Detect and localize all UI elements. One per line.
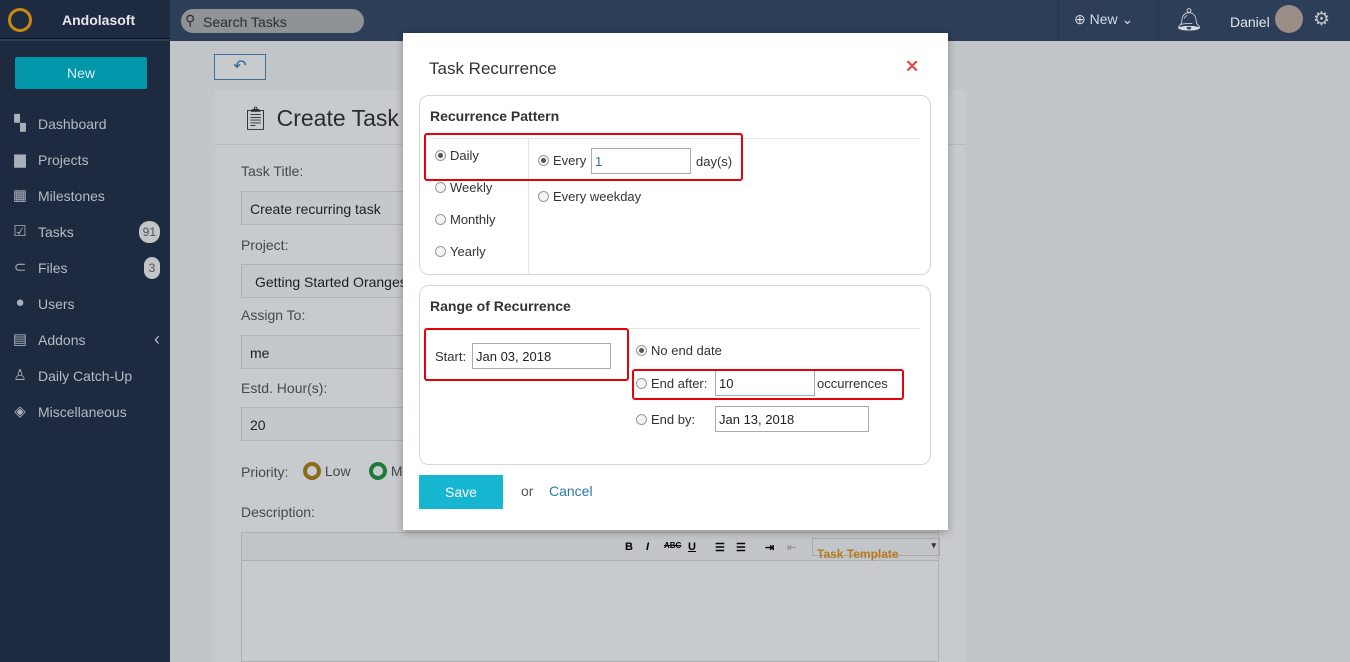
unordered-list-icon[interactable]: ☰ <box>736 541 746 554</box>
range-heading: Range of Recurrence <box>430 298 571 314</box>
bold-icon[interactable]: B <box>625 541 633 553</box>
sidebar-item-label: Users <box>38 296 75 312</box>
count-badge: 91 <box>138 221 160 243</box>
pattern-monthly-radio[interactable]: Monthly <box>435 212 496 227</box>
caret-down-icon: ▾ <box>931 540 936 550</box>
task-recurrence-modal: Task Recurrence ✕ Recurrence Pattern Dai… <box>403 33 948 530</box>
modal-title: Task Recurrence <box>429 59 557 78</box>
sidebar-item-label: Addons <box>38 332 86 348</box>
no-end-date-radio[interactable]: No end date <box>636 343 722 358</box>
sidebar-item-addons[interactable]: ▤ Addons ‹ <box>0 325 170 355</box>
grid-icon: ▦ <box>12 187 28 204</box>
clipboard-check-icon: ☑ <box>13 223 27 240</box>
back-button[interactable]: ↶ <box>214 54 266 80</box>
sidebar-item-label: Milestones <box>38 188 105 204</box>
sidebar-item-users[interactable]: ● Users <box>0 289 170 319</box>
user-name[interactable]: Daniel <box>1230 14 1270 30</box>
gear-icon[interactable]: ⚙ <box>1313 8 1330 31</box>
sidebar: New ▚ Dashboard ▆ Projects ▦ Milestones ☑ Tasks… <box>0 41 170 662</box>
sidebar-item-label: Tasks <box>38 224 74 240</box>
sidebar-item-miscellaneous[interactable]: ◈ Miscellaneous <box>0 397 170 427</box>
hours-label: Estd. Hour(s): <box>241 380 328 396</box>
highlight-box <box>424 328 629 381</box>
chevron-down-icon: ⌄ <box>1121 11 1134 27</box>
avatar[interactable] <box>1275 5 1303 33</box>
sidebar-item-daily-catch-up[interactable]: ♙ Daily Catch-Up <box>0 361 170 391</box>
description-editor[interactable]: B I ABC U ☰ ☰ ⇥ ⇤ Task Template ▾ <box>241 532 940 662</box>
sidebar-item-dashboard[interactable]: ▚ Dashboard <box>0 109 170 139</box>
pattern-heading: Recurrence Pattern <box>430 108 560 124</box>
sidebar-item-tasks[interactable]: ☑ Tasks 91 <box>0 217 170 247</box>
save-button[interactable]: Save <box>419 475 503 509</box>
ordered-list-icon[interactable]: ☰ <box>715 541 725 554</box>
end-by-date-input[interactable]: Jan 13, 2018 <box>715 406 869 432</box>
user-icon: ● <box>15 294 25 311</box>
pattern-yearly-radio[interactable]: Yearly <box>435 244 486 259</box>
addons-icon: ▤ <box>12 331 28 348</box>
pattern-label: Weekly <box>450 180 493 195</box>
search-input[interactable]: ⚲ Search Tasks <box>181 9 364 33</box>
task-template-select[interactable]: Task Template ▾ <box>812 538 940 561</box>
logo-icon <box>8 8 32 32</box>
underline-icon[interactable]: U <box>688 541 696 553</box>
end-by-radio[interactable]: End by: <box>636 412 695 427</box>
search-icon: ⚲ <box>185 12 196 28</box>
priority-low-radio[interactable]: Low <box>303 462 351 480</box>
description-label: Description: <box>241 504 315 520</box>
new-dropdown-button[interactable]: ⊕ New ⌄ <box>1058 0 1159 40</box>
priority-label: Priority: <box>241 464 289 480</box>
assign-label: Assign To: <box>241 307 306 323</box>
task-title-label: Task Title: <box>241 163 304 179</box>
brand[interactable]: Andolasoft <box>0 0 170 39</box>
outdent-icon[interactable]: ⇤ <box>787 541 796 554</box>
sidebar-item-label: Projects <box>38 152 89 168</box>
italic-icon[interactable]: I <box>646 541 649 553</box>
back-arrow-icon: ↶ <box>233 58 247 75</box>
count-badge: 3 <box>144 257 160 279</box>
editor-toolbar: B I ABC U ☰ ☰ ⇥ ⇤ Task Template ▾ <box>242 533 940 561</box>
priority-medium-radio[interactable]: M <box>369 462 403 480</box>
sidebar-item-label: Daily Catch-Up <box>38 368 133 384</box>
pattern-label: Yearly <box>450 244 486 259</box>
layers-icon: ◈ <box>14 403 26 420</box>
highlight-box <box>632 369 904 400</box>
or-text: or <box>521 483 534 499</box>
briefcase-icon: ▆ <box>14 151 26 168</box>
plus-circle-icon: ⊕ <box>1074 11 1086 27</box>
dashboard-icon: ▚ <box>14 115 26 132</box>
sidebar-item-label: Miscellaneous <box>38 404 127 420</box>
new-button[interactable]: New <box>15 57 147 89</box>
recurrence-pattern-box: Recurrence Pattern Daily Weekly Monthly Yea… <box>419 95 931 275</box>
sidebar-item-milestones[interactable]: ▦ Milestones <box>0 181 170 211</box>
sidebar-item-label: Dashboard <box>38 116 107 132</box>
sidebar-item-files[interactable]: ⊂ Files 3 <box>0 253 170 283</box>
project-label: Project: <box>241 237 289 253</box>
cancel-link[interactable]: Cancel <box>549 483 593 499</box>
pattern-weekly-radio[interactable]: Weekly <box>435 180 492 195</box>
bell-icon[interactable]: 🔔︎ <box>1175 7 1203 33</box>
bell-plus-icon: ♙ <box>13 367 27 384</box>
clipboard-plus-icon: 📋︎ <box>241 105 271 131</box>
strikethrough-icon[interactable]: ABC <box>664 541 681 550</box>
highlight-box <box>424 133 743 181</box>
sidebar-item-label: Files <box>38 260 68 276</box>
chevron-left-icon[interactable]: ‹ <box>154 329 160 350</box>
close-icon[interactable]: ✕ <box>905 57 919 77</box>
pattern-label: Monthly <box>450 212 496 227</box>
sidebar-item-projects[interactable]: ▆ Projects <box>0 145 170 175</box>
indent-icon[interactable]: ⇥ <box>765 541 774 554</box>
paperclip-icon: ⊂ <box>13 259 27 276</box>
every-weekday-radio[interactable]: Every weekday <box>538 189 641 204</box>
